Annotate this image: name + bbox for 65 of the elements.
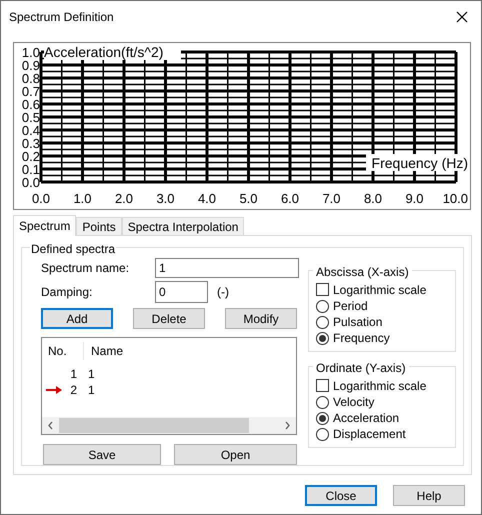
spectrum-name[interactable]: 1 xyxy=(88,365,95,383)
tab[interactable]: Spectra Interpolation xyxy=(122,217,244,235)
x-tick-label: 0.0 xyxy=(32,191,50,206)
push-button[interactable]: Add xyxy=(41,308,113,329)
y-axis-title: Acceleration(ft/s^2) xyxy=(44,44,164,60)
unit-label: (-) xyxy=(217,284,229,301)
y-tick-label: 0.3 xyxy=(22,136,40,151)
x-tick-label: 5.0 xyxy=(239,191,258,206)
field-label: Spectrum name: xyxy=(41,260,130,277)
radio-button[interactable] xyxy=(316,412,329,424)
radio-label: Acceleration xyxy=(333,410,400,427)
x-tick-label: 1.0 xyxy=(73,191,92,206)
checkbox[interactable] xyxy=(316,283,329,296)
y-tick-label: 0.4 xyxy=(22,123,40,138)
field-label: Damping: xyxy=(41,284,94,301)
y-tick-label: 0.0 xyxy=(22,175,40,190)
x-tick-label: 8.0 xyxy=(364,191,382,206)
x-tick-label: 7.0 xyxy=(322,191,341,206)
checkbox-label: Logarithmic scale xyxy=(333,282,426,298)
column-header[interactable]: No. xyxy=(42,342,84,360)
horizontal-scrollbar[interactable] xyxy=(42,417,296,434)
checkbox-label: Logarithmic scale xyxy=(333,378,426,394)
radio-button[interactable] xyxy=(316,316,329,328)
row-number: 1 xyxy=(69,366,77,383)
column-header[interactable]: Name xyxy=(84,342,124,360)
tab[interactable]: Points xyxy=(76,217,122,235)
y-tick-label: 1.0 xyxy=(22,45,40,60)
push-button[interactable]: Modify xyxy=(225,308,297,329)
close-icon[interactable] xyxy=(456,10,468,22)
spectrum-name-field[interactable]: 1 xyxy=(155,258,299,278)
y-tick-label: 0.6 xyxy=(22,97,40,112)
checkbox[interactable] xyxy=(316,379,329,392)
radio-button[interactable] xyxy=(316,332,329,344)
radio-label: Frequency xyxy=(333,330,390,347)
x-tick-label: 6.0 xyxy=(280,191,300,206)
radio-label: Displacement xyxy=(333,426,406,443)
push-button[interactable]: Help xyxy=(393,485,465,506)
x-tick-label: 3.0 xyxy=(156,191,175,206)
x-axis-title: Frequency (Hz) xyxy=(372,155,468,171)
y-tick-label: 0.1 xyxy=(22,162,40,177)
tab[interactable]: Spectrum xyxy=(13,215,76,236)
row-number: 2 xyxy=(69,382,77,399)
push-button[interactable]: Close xyxy=(305,485,377,506)
y-tick-label: 0.9 xyxy=(22,58,40,73)
radio-button[interactable] xyxy=(316,428,329,440)
y-tick-label: 0.2 xyxy=(22,149,40,164)
window-title: Spectrum Definition xyxy=(9,8,114,26)
radio-label: Period xyxy=(333,298,368,315)
y-tick-label: 0.8 xyxy=(22,71,40,86)
radio-button[interactable] xyxy=(316,300,329,312)
x-tick-label: 4.0 xyxy=(198,191,216,206)
damping-field[interactable]: 0 xyxy=(155,281,208,303)
radio-label: Velocity xyxy=(333,394,374,411)
radio-label: Pulsation xyxy=(333,314,382,331)
x-tick-label: 2.0 xyxy=(114,191,134,206)
push-button[interactable]: Delete xyxy=(133,308,205,329)
spectrum-name[interactable]: 1 xyxy=(88,381,95,399)
y-tick-label: 0.5 xyxy=(22,110,40,125)
radio-button[interactable] xyxy=(316,396,329,408)
y-tick-label: 0.7 xyxy=(22,84,40,99)
push-button[interactable]: Save xyxy=(43,444,161,465)
x-tick-label: 9.0 xyxy=(405,191,424,206)
scrollbar-thumb[interactable] xyxy=(59,418,249,433)
x-tick-label: 10.0 xyxy=(442,191,468,206)
push-button[interactable]: Open xyxy=(174,444,297,465)
